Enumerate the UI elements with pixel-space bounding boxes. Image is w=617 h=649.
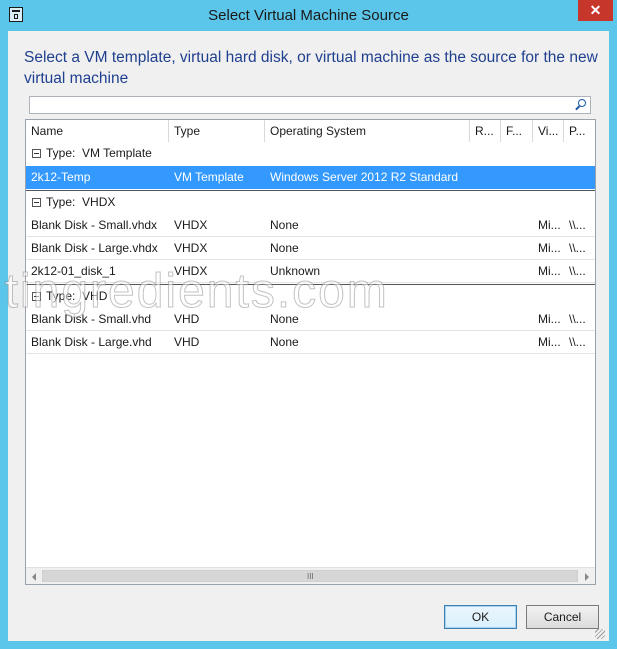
ok-button[interactable]: OK — [444, 605, 517, 629]
column-header-r[interactable]: R... — [470, 120, 501, 142]
cell-type: VM Template — [174, 170, 244, 184]
collapse-icon[interactable] — [32, 149, 41, 158]
group-label: Type: VM Template — [46, 146, 152, 160]
cancel-button[interactable]: Cancel — [526, 605, 599, 629]
dialog-body: Select a VM template, virtual hard disk,… — [8, 31, 609, 641]
cell-os: Unknown — [270, 264, 321, 278]
cell-os: Windows Server 2012 R2 Standard — [270, 170, 459, 184]
table-row[interactable]: Blank Disk - Small.vhd VHD None Mi... \\… — [26, 308, 595, 331]
group-header-vm-template[interactable]: Type: VM Template — [26, 142, 595, 166]
cell-vi: Mi... — [538, 241, 561, 255]
grid-header: Name Type Operating System R... F... Vi.… — [26, 120, 595, 143]
cell-name: 2k12-Temp — [31, 170, 91, 184]
cell-p: \\... — [569, 264, 586, 278]
cell-name: 2k12-01_disk_1 — [31, 264, 116, 278]
group-label: Type: VHDX — [46, 195, 116, 209]
cell-type: VHDX — [174, 264, 208, 278]
dialog-window: Select Virtual Machine Source ✕ Select a… — [0, 0, 617, 649]
cell-p: \\... — [569, 241, 586, 255]
column-header-f[interactable]: F... — [501, 120, 533, 142]
cell-type: VHDX — [174, 241, 208, 255]
table-row[interactable]: Blank Disk - Large.vhdx VHDX None Mi... … — [26, 237, 595, 260]
cell-vi: Mi... — [538, 218, 561, 232]
cell-name: Blank Disk - Small.vhd — [31, 312, 152, 326]
cell-name: Blank Disk - Small.vhdx — [31, 218, 158, 232]
group-label: Type: VHD — [46, 289, 108, 303]
cell-p: \\... — [569, 335, 586, 349]
scroll-right-icon[interactable] — [585, 573, 589, 581]
cell-name: Blank Disk - Large.vhdx — [31, 241, 158, 255]
cell-vi: Mi... — [538, 264, 561, 278]
table-row[interactable]: 2k12-Temp VM Template Windows Server 201… — [26, 166, 595, 189]
close-button[interactable]: ✕ — [578, 0, 613, 21]
cell-os: None — [270, 241, 299, 255]
cell-p: \\... — [569, 218, 586, 232]
table-row[interactable]: Blank Disk - Small.vhdx VHDX None Mi... … — [26, 214, 595, 237]
cell-vi: Mi... — [538, 335, 561, 349]
window-title: Select Virtual Machine Source — [208, 7, 409, 24]
cell-type: VHD — [174, 335, 200, 349]
cell-p: \\... — [569, 312, 586, 326]
scroll-grip: III — [307, 572, 314, 581]
resize-grip-icon[interactable] — [595, 629, 605, 639]
table-row[interactable]: 2k12-01_disk_1 VHDX Unknown Mi... \\... — [26, 260, 595, 283]
horizontal-scrollbar[interactable]: III — [26, 567, 595, 584]
column-header-p[interactable]: P... — [564, 120, 595, 142]
title-bar[interactable]: Select Virtual Machine Source ✕ — [0, 0, 617, 31]
column-header-name[interactable]: Name — [26, 120, 169, 142]
column-header-vi[interactable]: Vi... — [533, 120, 564, 142]
instruction-text: Select a VM template, virtual hard disk,… — [24, 49, 598, 87]
cell-os: None — [270, 312, 299, 326]
column-header-os[interactable]: Operating System — [265, 120, 470, 142]
cell-type: VHD — [174, 312, 200, 326]
group-header-vhd[interactable]: Type: VHD — [26, 284, 595, 308]
collapse-icon[interactable] — [32, 292, 41, 301]
collapse-icon[interactable] — [32, 198, 41, 207]
scroll-left-icon[interactable] — [32, 573, 36, 581]
cell-os: None — [270, 335, 299, 349]
table-row[interactable]: Blank Disk - Large.vhd VHD None Mi... \\… — [26, 331, 595, 354]
cell-os: None — [270, 218, 299, 232]
cell-vi: Mi... — [538, 312, 561, 326]
group-header-vhdx[interactable]: Type: VHDX — [26, 190, 595, 214]
scroll-thumb[interactable]: III — [42, 570, 578, 582]
search-icon[interactable] — [578, 99, 586, 107]
cell-type: VHDX — [174, 218, 208, 232]
source-grid[interactable]: Name Type Operating System R... F... Vi.… — [25, 119, 596, 585]
column-header-type[interactable]: Type — [169, 120, 265, 142]
cell-name: Blank Disk - Large.vhd — [31, 335, 152, 349]
search-input[interactable] — [29, 96, 591, 114]
